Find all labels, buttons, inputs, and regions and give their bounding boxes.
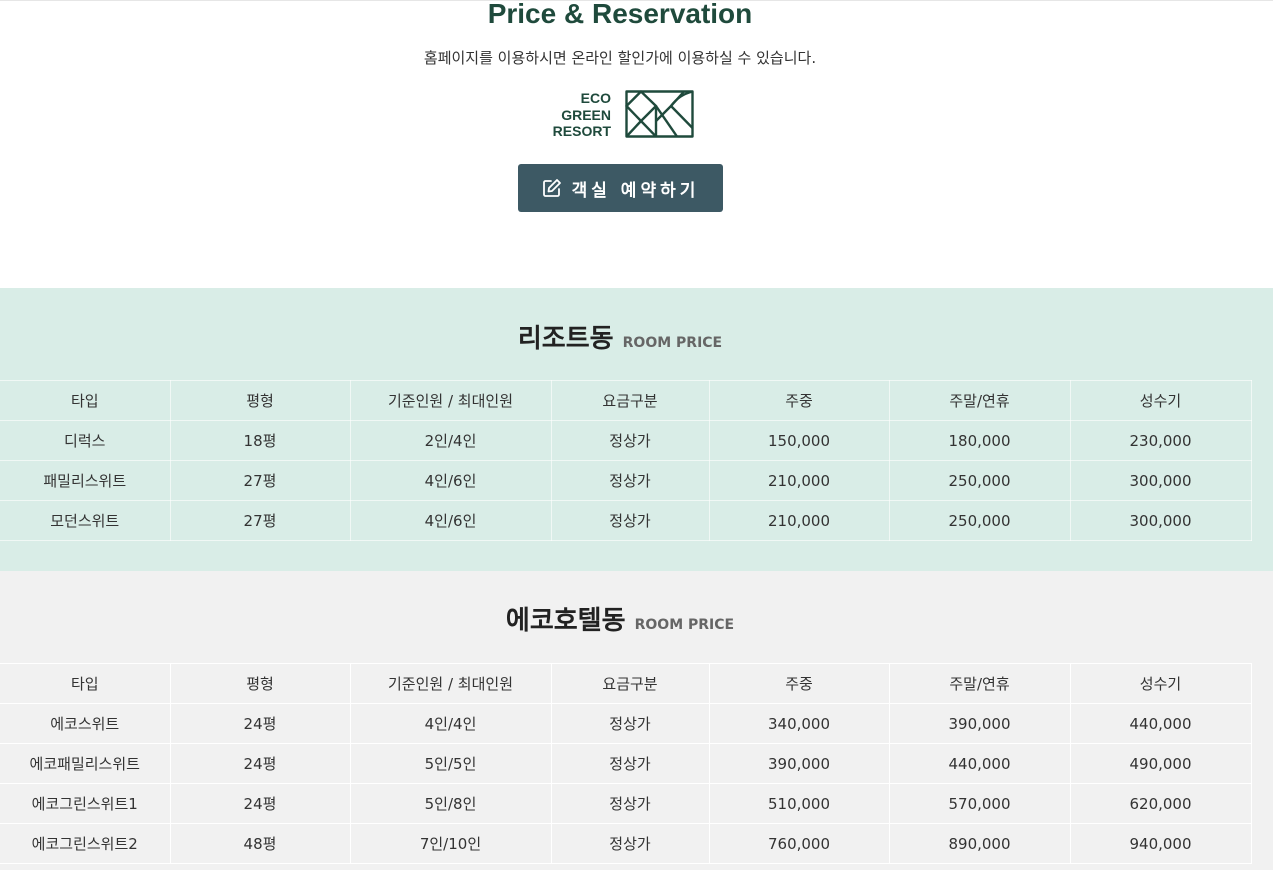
logo-word-resort: RESORT (552, 123, 611, 139)
resort-price-section: 리조트동 ROOM PRICE 타입 평형 기준인원 / 최대인원 요금구분 주중 주말/… (0, 288, 1273, 571)
section-title-ko: 리조트동 (517, 324, 614, 354)
table-cell: 890,000 (889, 823, 1071, 864)
table-cell: 2인/4인 (350, 420, 552, 461)
column-header: 주중 (709, 380, 890, 421)
column-header: 평형 (170, 380, 351, 421)
column-header: 요금구분 (551, 380, 710, 421)
edit-icon (542, 178, 562, 198)
table-cell: 정상가 (551, 460, 710, 501)
table-cell: 390,000 (889, 703, 1071, 744)
logo-wordmark: ECO GREEN RESORT (546, 90, 611, 140)
table-cell: 24평 (170, 703, 351, 744)
table-cell: 4인/6인 (350, 460, 552, 501)
table-cell: 390,000 (709, 743, 890, 784)
table-cell: 모던스위트 (0, 500, 171, 541)
table-cell: 5인/8인 (350, 783, 552, 824)
table-row: 에코그린스위트2 48평 7인/10인 정상가 760,000 890,000 940,00… (0, 823, 1252, 864)
table-row: 디럭스 18평 2인/4인 정상가 150,000 180,000 230,000 (0, 420, 1252, 461)
eco-green-resort-logo: ECO GREEN RESORT (546, 89, 696, 141)
table-cell: 4인/6인 (350, 500, 552, 541)
price-table: 타입 평형 기준인원 / 최대인원 요금구분 주중 주말/연휴 성수기 디럭스 18평 2인/4인… (0, 380, 1252, 541)
price-table: 타입 평형 기준인원 / 최대인원 요금구분 주중 주말/연휴 성수기 에코스위트 24평 4인/… (0, 663, 1252, 864)
page-title: Price & Reservation (487, 0, 753, 29)
column-header: 성수기 (1070, 380, 1252, 421)
table-header-row: 타입 평형 기준인원 / 최대인원 요금구분 주중 주말/연휴 성수기 (0, 663, 1252, 704)
table-cell: 18평 (170, 420, 351, 461)
table-cell: 48평 (170, 823, 351, 864)
page-subtitle: 홈페이지를 이용하시면 온라인 할인가에 이용하실 수 있습니다. (423, 49, 817, 67)
hero-section: Price & Reservation 홈페이지를 이용하시면 온라인 할인가에… (0, 0, 1273, 288)
table-cell: 150,000 (709, 420, 890, 461)
table-cell: 490,000 (1070, 743, 1252, 784)
table-cell: 250,000 (889, 500, 1071, 541)
section-title-ko: 에코호텔동 (505, 606, 626, 636)
leaf-mark-icon (625, 90, 694, 138)
table-cell: 4인/4인 (350, 703, 552, 744)
table-cell: 570,000 (889, 783, 1071, 824)
table-cell: 정상가 (551, 703, 710, 744)
room-reservation-button[interactable]: 객실 예약하기 (518, 164, 723, 212)
table-cell: 디럭스 (0, 420, 171, 461)
section-title: 에코호텔동 ROOM PRICE (0, 600, 1240, 637)
table-row: 모던스위트 27평 4인/6인 정상가 210,000 250,000 300,000 (0, 500, 1252, 541)
eco-hotel-price-section: 에코호텔동 ROOM PRICE 타입 평형 기준인원 / 최대인원 요금구분 주중 주말… (0, 571, 1273, 870)
table-cell: 24평 (170, 783, 351, 824)
table-cell: 230,000 (1070, 420, 1252, 461)
logo-word-eco: ECO (580, 90, 611, 106)
column-header: 타입 (0, 380, 171, 421)
table-cell: 에코패밀리스위트 (0, 743, 171, 784)
table-cell: 440,000 (889, 743, 1071, 784)
table-cell: 940,000 (1070, 823, 1252, 864)
column-header: 타입 (0, 663, 171, 704)
logo-word-green: GREEN (561, 106, 611, 123)
column-header: 주중 (709, 663, 890, 704)
section-title-en: ROOM PRICE (622, 335, 723, 351)
column-header: 주말/연휴 (889, 380, 1071, 421)
table-cell: 300,000 (1070, 500, 1252, 541)
table-row: 에코그린스위트1 24평 5인/8인 정상가 510,000 570,000 620,000 (0, 783, 1252, 824)
column-header: 요금구분 (551, 663, 710, 704)
column-header: 평형 (170, 663, 351, 704)
section-title-en: ROOM PRICE (634, 617, 735, 633)
table-cell: 5인/5인 (350, 743, 552, 784)
table-cell: 패밀리스위트 (0, 460, 171, 501)
table-header-row: 타입 평형 기준인원 / 최대인원 요금구분 주중 주말/연휴 성수기 (0, 380, 1252, 421)
table-row: 패밀리스위트 27평 4인/6인 정상가 210,000 250,000 300,000 (0, 460, 1252, 501)
table-cell: 정상가 (551, 743, 710, 784)
column-header: 주말/연휴 (889, 663, 1071, 704)
table-cell: 440,000 (1070, 703, 1252, 744)
table-row: 에코스위트 24평 4인/4인 정상가 340,000 390,000 440,000 (0, 703, 1252, 744)
table-cell: 300,000 (1070, 460, 1252, 501)
table-cell: 180,000 (889, 420, 1071, 461)
table-cell: 정상가 (551, 783, 710, 824)
table-row: 에코패밀리스위트 24평 5인/5인 정상가 390,000 440,000 490,000 (0, 743, 1252, 784)
table-cell: 24평 (170, 743, 351, 784)
column-header: 성수기 (1070, 663, 1252, 704)
table-cell: 340,000 (709, 703, 890, 744)
table-cell: 510,000 (709, 783, 890, 824)
table-cell: 250,000 (889, 460, 1071, 501)
table-cell: 에코그린스위트1 (0, 783, 171, 824)
table-cell: 에코스위트 (0, 703, 171, 744)
table-cell: 에코그린스위트2 (0, 823, 171, 864)
table-cell: 620,000 (1070, 783, 1252, 824)
table-cell: 27평 (170, 460, 351, 501)
table-cell: 210,000 (709, 460, 890, 501)
table-cell: 27평 (170, 500, 351, 541)
table-cell: 7인/10인 (350, 823, 552, 864)
table-cell: 정상가 (551, 823, 710, 864)
table-cell: 정상가 (551, 420, 710, 461)
table-cell: 760,000 (709, 823, 890, 864)
reservation-button-label: 객실 예약하기 (571, 180, 700, 201)
section-title: 리조트동 ROOM PRICE (0, 318, 1240, 355)
column-header: 기준인원 / 최대인원 (350, 380, 552, 421)
table-cell: 210,000 (709, 500, 890, 541)
column-header: 기준인원 / 최대인원 (350, 663, 552, 704)
table-cell: 정상가 (551, 500, 710, 541)
